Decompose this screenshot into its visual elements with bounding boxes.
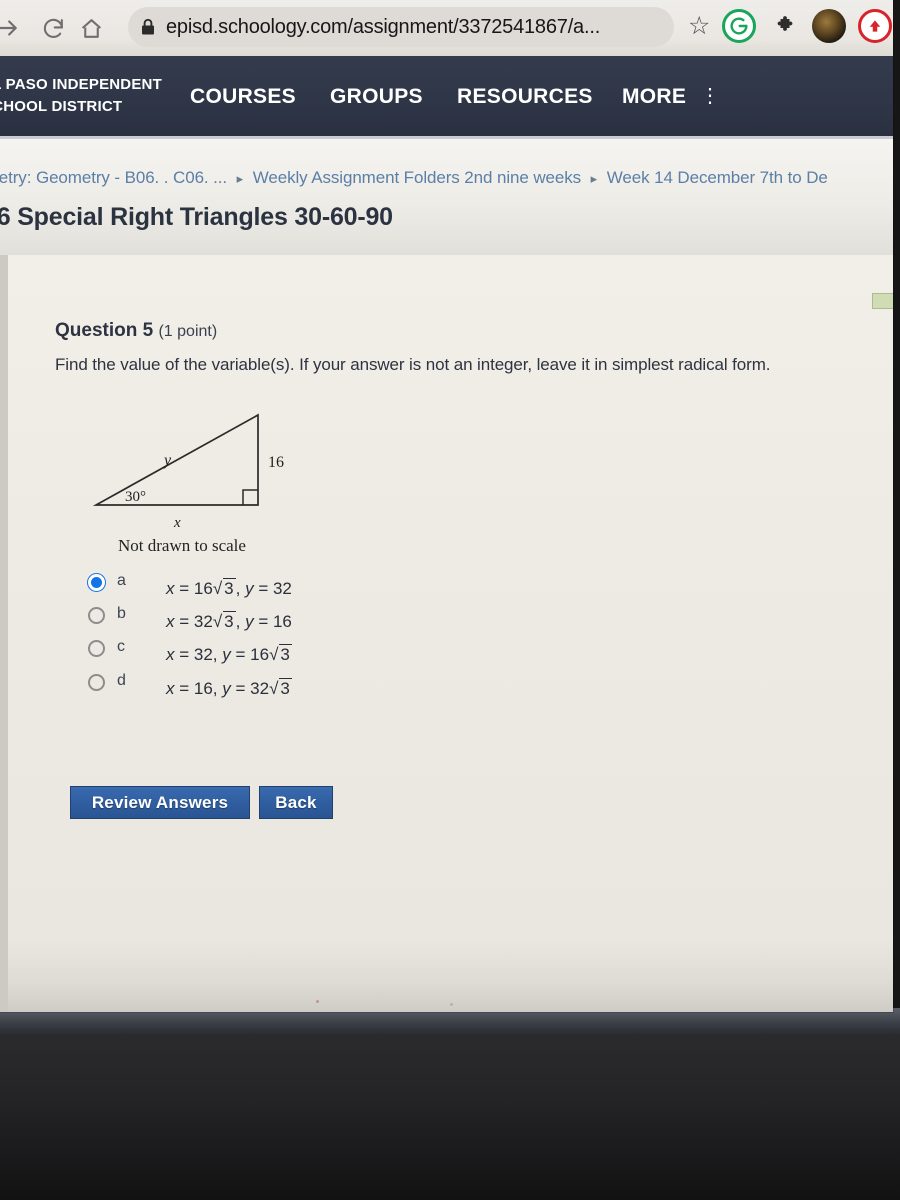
review-answers-button[interactable]: Review Answers xyxy=(70,786,250,819)
breadcrumb: eometry: Geometry - B06. . C06. ... ▸ We… xyxy=(0,168,828,188)
update-browser-icon[interactable] xyxy=(858,9,892,43)
answer-choice-b[interactable]: b x = 32√ 3, y = 16 xyxy=(88,605,388,635)
breadcrumb-item-course[interactable]: eometry: Geometry - B06. . C06. ... xyxy=(0,168,227,187)
breadcrumb-band xyxy=(0,139,893,255)
answer-choice-c[interactable]: c x = 32, y = 16√ 3 xyxy=(88,638,388,668)
back-button[interactable]: Back xyxy=(259,786,333,819)
nav-item-resources[interactable]: RESOURCES xyxy=(457,85,593,109)
breadcrumb-item-week[interactable]: Week 14 December 7th to De xyxy=(607,168,828,187)
address-bar[interactable]: episd.schoology.com/assignment/337254186… xyxy=(128,7,674,47)
screen-area: episd.schoology.com/assignment/337254186… xyxy=(0,0,893,1012)
radio-button-b[interactable] xyxy=(88,607,105,624)
breadcrumb-item-folder[interactable]: Weekly Assignment Folders 2nd nine weeks xyxy=(253,168,581,187)
question-points: (1 point) xyxy=(158,323,218,340)
photo-of-screen: episd.schoology.com/assignment/337254186… xyxy=(0,0,900,1200)
answer-letter-c: c xyxy=(117,638,125,655)
page-title: .6 Special Right Triangles 30-60-90 xyxy=(0,203,393,231)
site-navigation-bar: EL PASO INDEPENDENT SCHOOL DISTRICT COUR… xyxy=(0,56,893,138)
answer-text-d: x = 16, y = 32√ 3 xyxy=(166,678,292,698)
screen-dust-speck xyxy=(450,1003,453,1006)
star-icon[interactable]: ☆ xyxy=(688,14,710,39)
breadcrumb-separator-icon: ▸ xyxy=(590,171,598,186)
partial-green-element[interactable] xyxy=(872,293,893,309)
radio-button-d[interactable] xyxy=(88,674,105,691)
svg-text:x: x xyxy=(173,515,181,531)
content-bottom-fade xyxy=(8,940,893,1012)
url-text: episd.schoology.com/assignment/337254186… xyxy=(166,15,601,38)
screen-dust-speck xyxy=(316,1000,319,1003)
question-number: Question 5 xyxy=(55,320,154,341)
desk-surface xyxy=(0,1032,900,1200)
radio-button-a[interactable] xyxy=(88,574,105,591)
answer-letter-d: d xyxy=(117,672,126,689)
answer-choice-a[interactable]: a x = 16√ 3, y = 32 xyxy=(88,572,388,602)
lock-icon xyxy=(140,18,156,36)
puzzle-extensions-icon[interactable] xyxy=(768,9,802,43)
breadcrumb-separator-icon: ▸ xyxy=(236,171,244,186)
reload-icon[interactable] xyxy=(36,11,70,45)
answer-text-c: x = 32, y = 16√ 3 xyxy=(166,644,292,664)
answer-letter-a: a xyxy=(117,572,126,589)
nav-item-groups[interactable]: GROUPS xyxy=(330,85,423,109)
triangle-figure: 30° y 16 x xyxy=(92,413,284,531)
answer-text-b: x = 32√ 3, y = 16 xyxy=(166,611,292,631)
svg-text:30°: 30° xyxy=(125,489,146,505)
more-vertical-dots-icon[interactable]: ⋮ xyxy=(700,86,720,106)
question-heading: Question 5 (1 point) xyxy=(55,320,217,342)
figure-caption: Not drawn to scale xyxy=(118,536,246,555)
answer-choice-d[interactable]: d x = 16, y = 32√ 3 xyxy=(88,672,388,702)
profile-avatar-icon[interactable] xyxy=(812,9,846,43)
answer-letter-b: b xyxy=(117,605,126,622)
nav-item-more[interactable]: MORE xyxy=(622,85,686,109)
grammarly-extension-icon[interactable] xyxy=(722,9,756,43)
forward-arrow-icon[interactable] xyxy=(0,11,24,45)
question-prompt: Find the value of the variable(s). If yo… xyxy=(55,355,771,374)
district-logo[interactable]: EL PASO INDEPENDENT SCHOOL DISTRICT xyxy=(0,74,162,118)
home-icon[interactable] xyxy=(74,11,108,45)
svg-text:16: 16 xyxy=(268,454,284,471)
answer-text-a: x = 16√ 3, y = 32 xyxy=(166,578,292,598)
nav-item-courses[interactable]: COURSES xyxy=(190,85,296,109)
radio-button-c[interactable] xyxy=(88,640,105,657)
svg-text:y: y xyxy=(162,452,172,469)
browser-toolbar: episd.schoology.com/assignment/337254186… xyxy=(0,0,893,56)
